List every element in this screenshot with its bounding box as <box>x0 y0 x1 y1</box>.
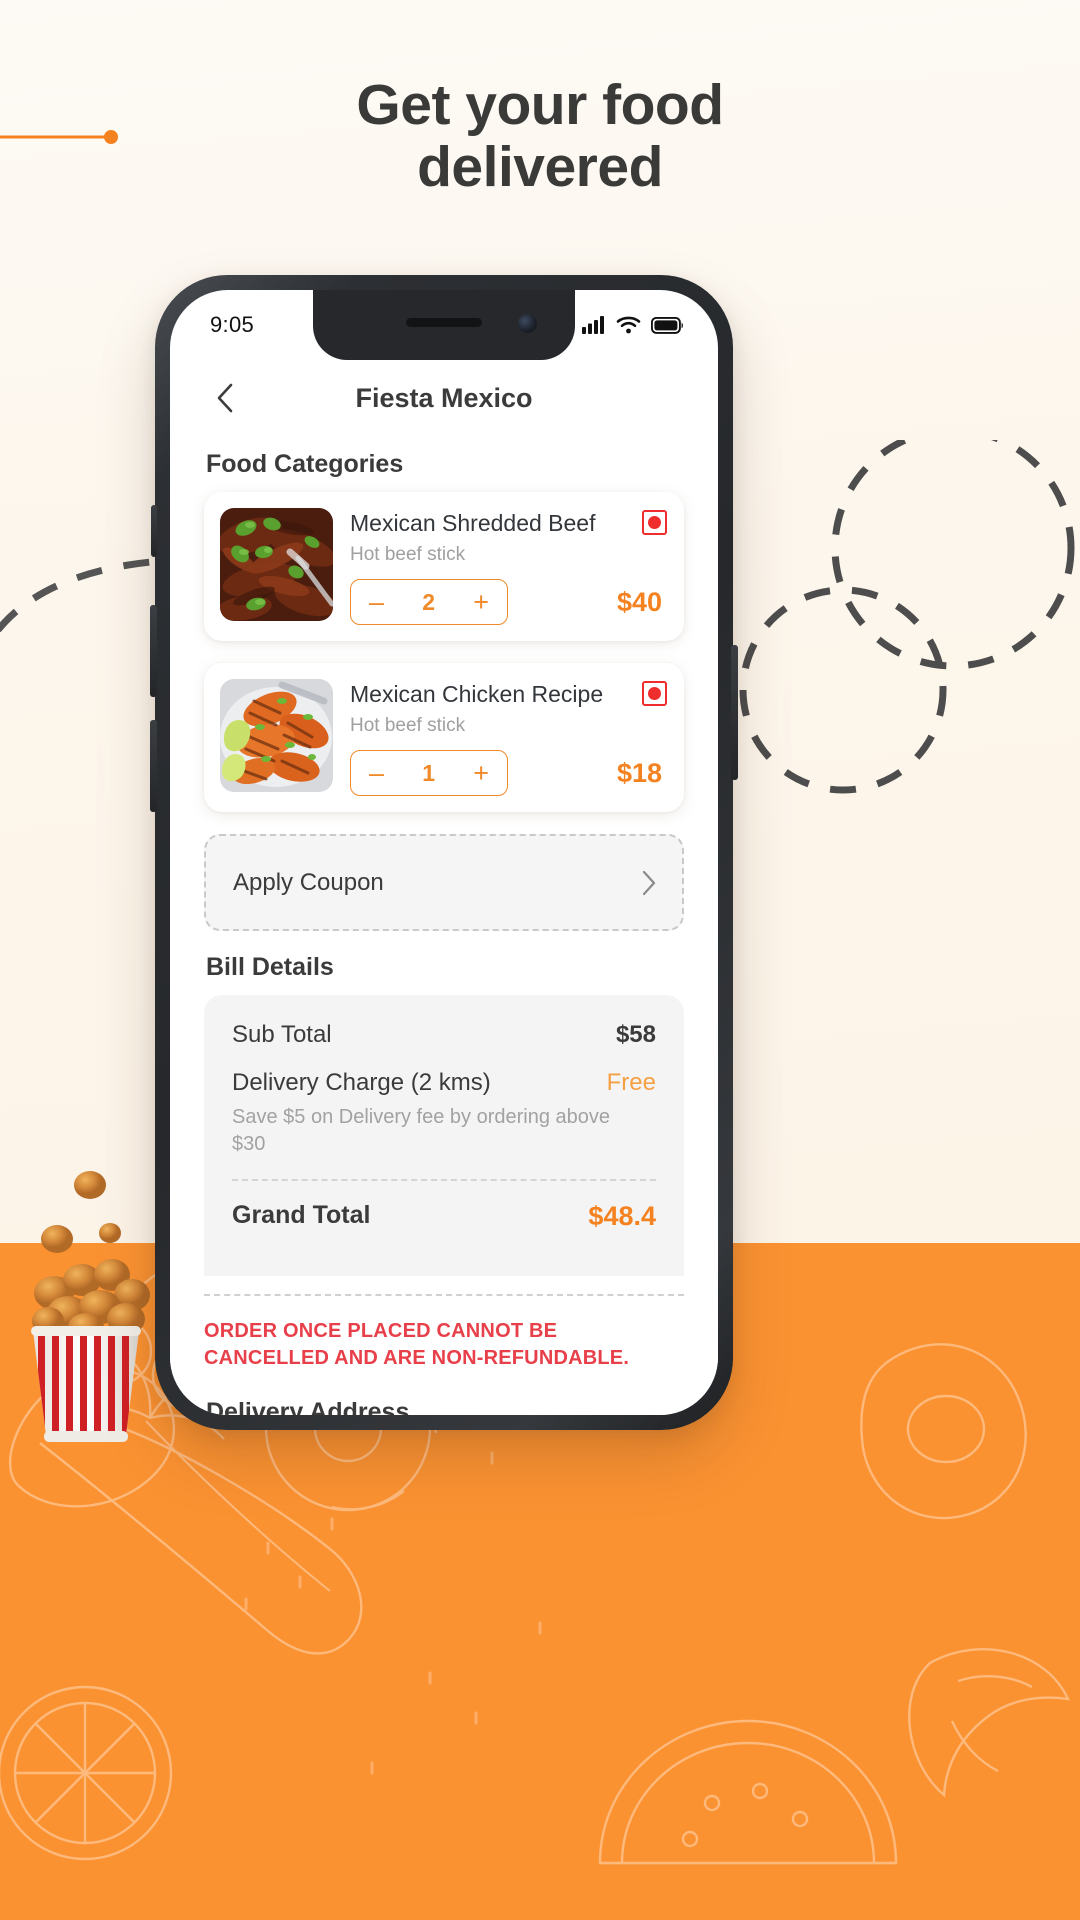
bill-row-note: Save $5 on Delivery fee by ordering abov… <box>232 1106 611 1155</box>
status-bar-time: 9:05 <box>210 312 255 337</box>
phone-silent-switch <box>151 505 157 557</box>
grand-total-label: Grand Total <box>232 1201 371 1230</box>
food-item-details: Mexican Chicken Recipe Hot beef stick – … <box>350 679 668 796</box>
chevron-left-icon <box>217 383 232 413</box>
decorative-dashed-circles-right <box>739 440 1075 794</box>
shredded-beef-photo <box>220 508 333 621</box>
earpiece-speaker <box>406 318 482 327</box>
bill-row-delivery: Delivery Charge (2 kms) Free <box>232 1069 656 1097</box>
grand-total-value: $48.4 <box>588 1201 656 1232</box>
bill-row-subtotal: Sub Total $58 <box>232 1021 656 1049</box>
bill-details-heading: Bill Details <box>206 953 334 981</box>
food-item-thumbnail <box>220 679 333 792</box>
bill-row-label: Sub Total <box>232 1021 332 1048</box>
bill-row-grand-total: Grand Total $48.4 <box>232 1201 656 1232</box>
section-divider <box>204 1294 684 1297</box>
bill-row-value: $58 <box>615 1021 656 1048</box>
quantity-value: 1 <box>422 759 436 786</box>
promo-headline-line2: delivered <box>417 134 663 199</box>
bill-scalloped-edge <box>232 1256 656 1277</box>
food-item-thumbnail <box>220 508 333 621</box>
quantity-stepper[interactable]: – 1 + <box>350 750 508 796</box>
wifi-icon <box>616 316 641 334</box>
front-camera-icon <box>518 314 537 333</box>
promo-headline-line1: Get your food <box>356 73 724 137</box>
food-item-description: Hot beef stick <box>350 544 466 565</box>
cellular-signal-icon <box>582 316 604 334</box>
decrement-button[interactable]: – <box>369 759 384 787</box>
increment-button[interactable]: + <box>473 588 489 616</box>
phone-volume-down-button <box>150 720 157 812</box>
food-item-name: Mexican Shredded Beef <box>350 510 596 536</box>
bill-row-label: Delivery Charge (2 kms) <box>232 1069 491 1096</box>
food-item-card[interactable]: Mexican Shredded Beef Hot beef stick – 2… <box>204 492 684 641</box>
delivery-address-heading: Delivery Address <box>206 1398 410 1415</box>
bill-details-card: Sub Total $58 Delivery Charge (2 kms) Fr… <box>204 995 684 1277</box>
quantity-value: 2 <box>422 588 436 615</box>
bill-row-value: Free <box>606 1069 656 1096</box>
promo-headline: Get your food delivered <box>0 73 1080 199</box>
increment-button[interactable]: + <box>473 759 489 787</box>
phone-notch <box>313 290 575 360</box>
quantity-stepper[interactable]: – 2 + <box>350 579 508 625</box>
back-button[interactable] <box>204 378 244 418</box>
apply-coupon-label: Apply Coupon <box>233 868 384 896</box>
non-veg-mark-icon <box>642 510 667 535</box>
food-item-footer: – 1 + $18 <box>350 750 668 796</box>
battery-icon <box>651 316 683 334</box>
food-categories-heading: Food Categories <box>206 450 404 478</box>
status-bar-icons <box>582 316 684 334</box>
phone-power-button <box>731 645 738 780</box>
non-veg-mark-icon <box>642 681 667 706</box>
apply-coupon-button[interactable]: Apply Coupon <box>204 834 684 931</box>
food-item-card[interactable]: Mexican Chicken Recipe Hot beef stick – … <box>204 663 684 812</box>
app-bar: Fiesta Mexico <box>204 360 684 436</box>
food-item-price: $40 <box>616 586 662 617</box>
bill-divider <box>232 1179 656 1182</box>
phone-screen: 9:05 Fiesta Mexico Food Categories Mexic… <box>170 290 718 1415</box>
grilled-chicken-photo <box>220 679 333 792</box>
food-item-description: Hot beef stick <box>350 715 466 736</box>
food-item-details: Mexican Shredded Beef Hot beef stick – 2… <box>350 508 668 625</box>
order-policy-warning: ORDER ONCE PLACED CANNOT BE CANCELLED AN… <box>204 1320 630 1370</box>
food-item-name: Mexican Chicken Recipe <box>350 681 604 707</box>
decrement-button[interactable]: – <box>369 588 384 616</box>
phone-volume-up-button <box>150 605 157 697</box>
phone-mockup: 9:05 Fiesta Mexico Food Categories Mexic… <box>150 275 738 1430</box>
page-title: Fiesta Mexico <box>355 382 533 413</box>
chevron-right-icon <box>642 870 656 895</box>
food-item-footer: – 2 + $40 <box>350 579 668 625</box>
food-item-price: $18 <box>616 757 662 788</box>
screen-content: Fiesta Mexico Food Categories Mexican Sh… <box>170 360 718 1415</box>
